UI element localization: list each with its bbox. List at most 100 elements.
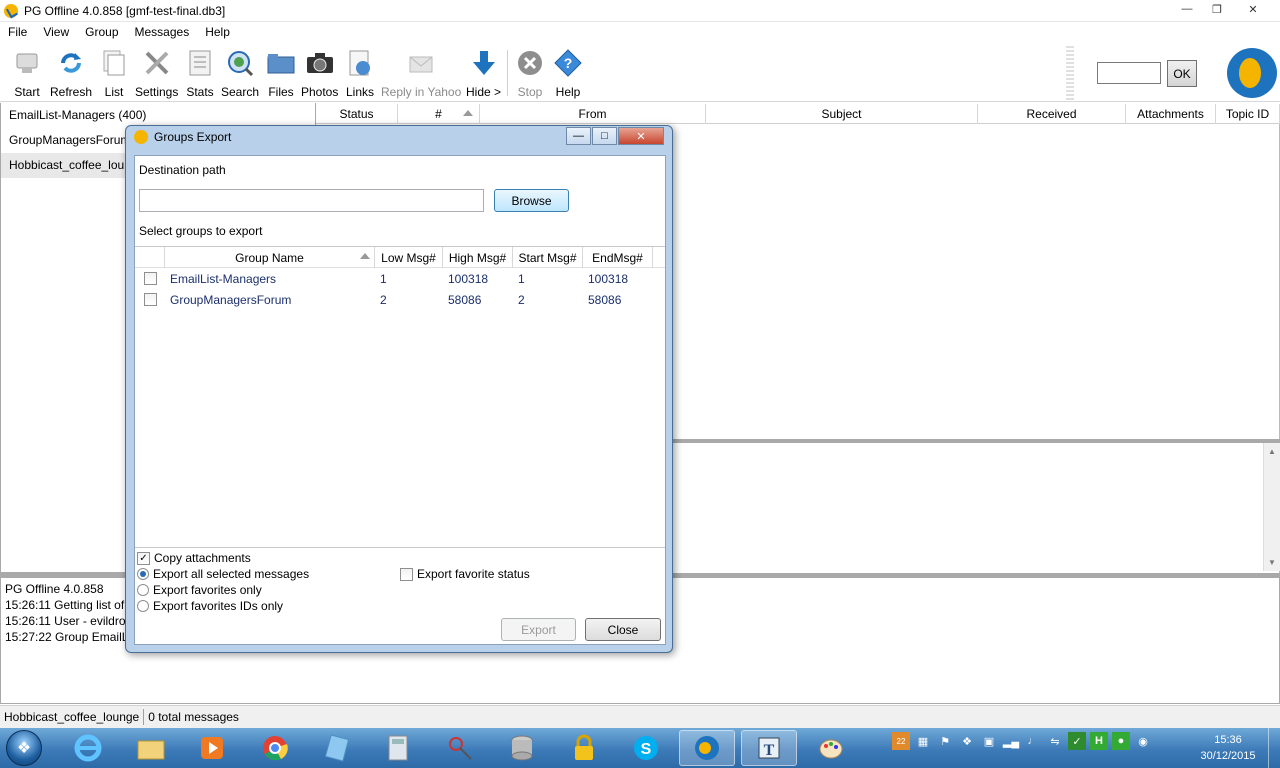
col-start-msg[interactable]: Start Msg# bbox=[513, 247, 583, 268]
quick-input[interactable] bbox=[1097, 62, 1161, 84]
flag-icon[interactable]: ⚑ bbox=[936, 732, 954, 750]
clock[interactable]: 15:36 30/12/2015 bbox=[1192, 732, 1264, 764]
destination-path-input[interactable] bbox=[139, 189, 484, 212]
menu-messages[interactable]: Messages bbox=[127, 25, 198, 39]
chrome-icon[interactable] bbox=[247, 730, 303, 766]
row-checkbox[interactable] bbox=[143, 272, 157, 285]
dropbox-icon[interactable]: ❖ bbox=[958, 732, 976, 750]
dialog-close-icon[interactable]: ✕ bbox=[618, 127, 664, 145]
media-player-icon[interactable] bbox=[184, 730, 240, 766]
photos-button[interactable]: Photos bbox=[301, 48, 338, 99]
paint-icon[interactable] bbox=[803, 730, 859, 766]
dialog-minimize-button[interactable]: — bbox=[566, 127, 591, 145]
groups-export-dialog: Groups Export — □ ✕ Destination path Bro… bbox=[125, 125, 673, 653]
favorite-status-checkbox[interactable] bbox=[400, 567, 413, 581]
table-row[interactable]: GroupManagersForum 2 58086 2 58086 bbox=[135, 289, 665, 310]
internet-explorer-icon[interactable] bbox=[60, 730, 116, 766]
camera-icon bbox=[305, 48, 335, 78]
search-button[interactable]: Search bbox=[221, 48, 259, 99]
chat-icon[interactable]: ● bbox=[1112, 732, 1130, 750]
check-icon[interactable]: ✓ bbox=[1068, 732, 1086, 750]
calendar-icon[interactable]: 22 bbox=[892, 732, 910, 750]
export-favorite-ids-option[interactable]: Export favorites IDs only bbox=[137, 599, 283, 613]
network-icon[interactable]: ⇋ bbox=[1046, 732, 1064, 750]
status-group: Hobbicast_coffee_lounge bbox=[0, 709, 145, 725]
usb-icon[interactable]: ▣ bbox=[980, 732, 998, 750]
row-checkbox[interactable] bbox=[143, 293, 157, 306]
col-group-name[interactable]: Group Name bbox=[165, 247, 375, 268]
col-attachments[interactable]: Attachments bbox=[1126, 104, 1216, 124]
export-favorites-option[interactable]: Export favorites only bbox=[137, 583, 262, 597]
col-high-msg[interactable]: High Msg# bbox=[443, 247, 513, 268]
start-button[interactable]: Start bbox=[12, 48, 42, 99]
pg-offline-icon[interactable] bbox=[679, 730, 735, 766]
col-number[interactable]: # bbox=[398, 104, 480, 124]
links-button[interactable]: Links bbox=[345, 48, 375, 99]
maximize-button[interactable]: ❐ bbox=[1202, 0, 1232, 18]
search-icon bbox=[225, 48, 255, 78]
start-menu-icon[interactable]: ❖ bbox=[6, 730, 42, 766]
scroll-up-icon[interactable]: ▲ bbox=[1264, 443, 1280, 460]
hide-button[interactable]: Hide > bbox=[466, 48, 501, 99]
files-button[interactable]: Files bbox=[266, 48, 296, 99]
export-all-option[interactable]: Export all selected messages bbox=[137, 567, 309, 581]
update-icon[interactable]: ◉ bbox=[1134, 732, 1152, 750]
text-editor-icon[interactable]: T bbox=[741, 730, 797, 766]
minimize-button[interactable]: — bbox=[1172, 0, 1202, 18]
export-all-radio[interactable] bbox=[137, 568, 149, 580]
signal-icon[interactable]: ▂▄ bbox=[1002, 732, 1020, 750]
stats-icon bbox=[185, 48, 215, 78]
preview-scrollbar[interactable]: ▲ ▼ bbox=[1263, 443, 1280, 571]
arrow-down-icon bbox=[469, 48, 499, 78]
calculator-icon[interactable] bbox=[370, 730, 426, 766]
help-button[interactable]: ? Help bbox=[553, 48, 583, 99]
stop-button[interactable]: Stop bbox=[515, 48, 545, 99]
menu-group[interactable]: Group bbox=[77, 25, 126, 39]
svg-text:T: T bbox=[764, 742, 775, 759]
start-icon bbox=[12, 48, 42, 78]
window-titlebar: PG Offline 4.0.858 [gmf-test-final.db3] … bbox=[0, 0, 1280, 22]
menu-help[interactable]: Help bbox=[197, 25, 238, 39]
export-favorites-radio[interactable] bbox=[137, 584, 149, 596]
export-button[interactable]: Export bbox=[501, 618, 576, 641]
stats-button[interactable]: Stats bbox=[185, 48, 215, 99]
show-desktop-button[interactable] bbox=[1268, 728, 1280, 768]
reply-in-yahoo-button[interactable]: Reply in Yahoo bbox=[381, 48, 461, 99]
lock-icon[interactable] bbox=[556, 730, 612, 766]
group-name-cell: EmailList-Managers bbox=[170, 271, 277, 286]
menu-view[interactable]: View bbox=[35, 25, 77, 39]
windows-icon[interactable]: ▦ bbox=[914, 732, 932, 750]
col-end-msg[interactable]: EndMsg# bbox=[583, 247, 653, 268]
ok-button[interactable]: OK bbox=[1167, 60, 1197, 87]
close-dialog-button[interactable]: Close bbox=[585, 618, 661, 641]
status-bar: Hobbicast_coffee_lounge 0 total messages bbox=[0, 705, 1280, 728]
copy-attachments-checkbox[interactable]: ✓ bbox=[137, 551, 150, 565]
refresh-button[interactable]: Refresh bbox=[50, 48, 92, 99]
col-topic-id[interactable]: Topic ID bbox=[1216, 104, 1280, 124]
browse-button[interactable]: Browse bbox=[494, 189, 569, 212]
dialog-maximize-button[interactable]: □ bbox=[592, 127, 617, 145]
menu-file[interactable]: File bbox=[0, 25, 35, 39]
volume-icon[interactable]: ♩ bbox=[1024, 732, 1042, 750]
col-status[interactable]: Status bbox=[316, 104, 398, 124]
notes-icon[interactable] bbox=[309, 730, 365, 766]
database-icon[interactable] bbox=[494, 730, 550, 766]
scroll-down-icon[interactable]: ▼ bbox=[1264, 554, 1280, 571]
export-favorite-ids-radio[interactable] bbox=[137, 600, 149, 612]
col-low-msg[interactable]: Low Msg# bbox=[375, 247, 443, 268]
favorite-status-option[interactable]: Export favorite status bbox=[400, 567, 530, 581]
table-row[interactable]: EmailList-Managers 1 100318 1 100318 bbox=[135, 268, 665, 289]
list-button[interactable]: List bbox=[99, 48, 129, 99]
col-subject[interactable]: Subject bbox=[706, 104, 978, 124]
menubar: File View Group Messages Help bbox=[0, 22, 1280, 42]
col-from[interactable]: From bbox=[480, 104, 706, 124]
toolbar-grip[interactable] bbox=[1066, 46, 1074, 100]
file-explorer-icon[interactable] bbox=[123, 730, 179, 766]
scissors-icon[interactable] bbox=[432, 730, 488, 766]
h-icon[interactable]: H bbox=[1090, 732, 1108, 750]
col-received[interactable]: Received bbox=[978, 104, 1126, 124]
copy-attachments-option[interactable]: ✓ Copy attachments bbox=[137, 551, 251, 565]
skype-icon[interactable]: S bbox=[618, 730, 674, 766]
close-button[interactable]: ✕ bbox=[1232, 0, 1274, 18]
settings-button[interactable]: Settings bbox=[135, 48, 178, 99]
